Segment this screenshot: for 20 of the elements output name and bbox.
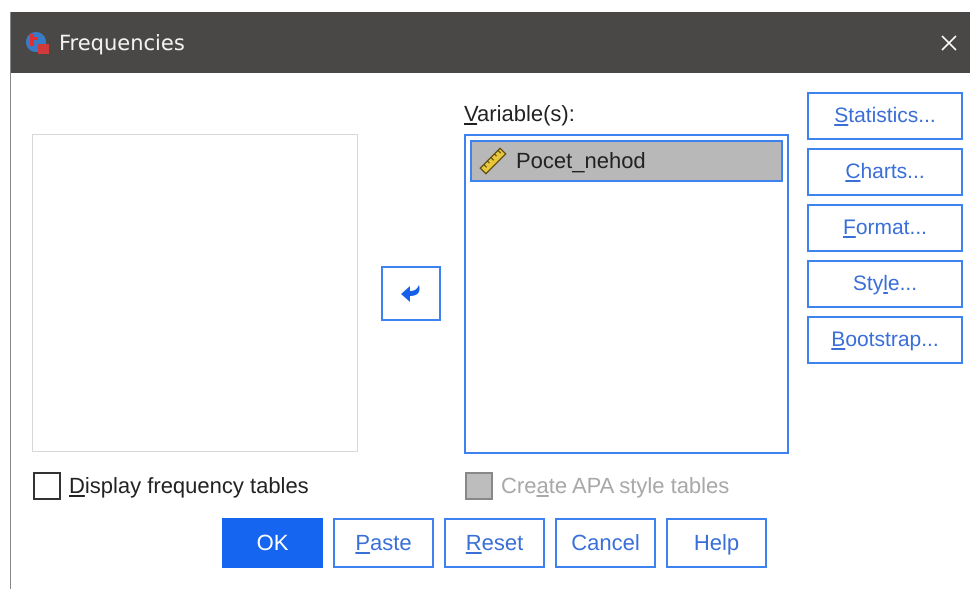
dialog-button[interactable]: Charts...: [807, 148, 963, 196]
dialog-button[interactable]: Cancel: [555, 518, 656, 568]
checkbox-label: Create APA style tables: [501, 473, 730, 499]
dialog-button[interactable]: Statistics...: [807, 92, 963, 140]
dialog-button[interactable]: Bootstrap...: [807, 316, 963, 364]
dialog-button[interactable]: Reset: [444, 518, 545, 568]
checkbox-label: Display frequency tables: [69, 473, 309, 499]
app-icon: [25, 30, 51, 56]
variables-list[interactable]: Pocet_nehod: [464, 134, 789, 454]
dialog-button[interactable]: Style...: [807, 260, 963, 308]
close-icon[interactable]: [940, 34, 958, 52]
ok-button[interactable]: OK: [222, 518, 323, 568]
dialog-button[interactable]: Format...: [807, 204, 963, 252]
move-button[interactable]: [381, 266, 441, 321]
dialog-button[interactable]: Help: [666, 518, 767, 568]
variable-item[interactable]: Pocet_nehod: [470, 140, 783, 182]
dialog-button[interactable]: Paste: [333, 518, 434, 568]
window-title: Frequencies: [59, 30, 186, 54]
variables-label: Variable(s):: [464, 101, 576, 128]
checkbox[interactable]: [33, 472, 61, 500]
